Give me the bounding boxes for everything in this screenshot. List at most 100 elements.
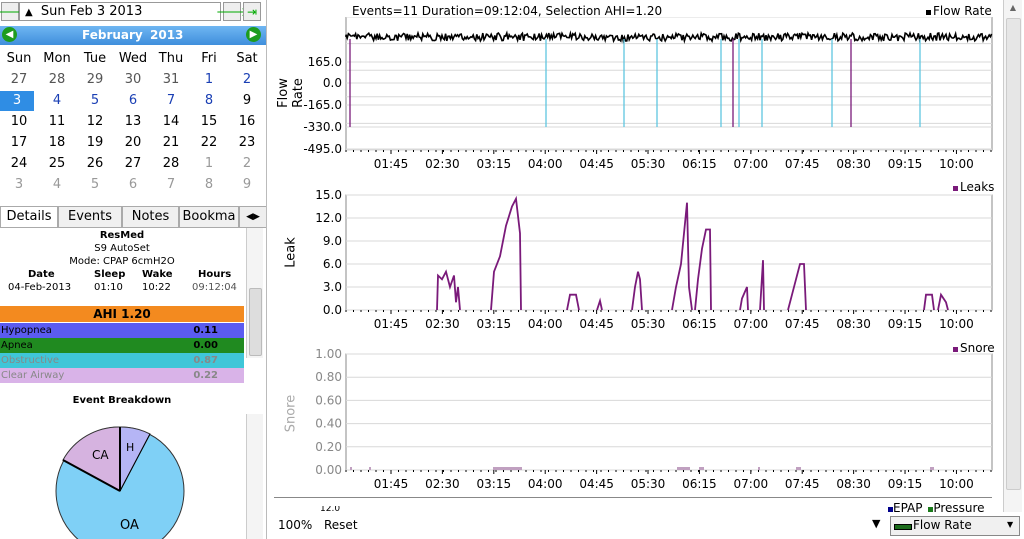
index-name: Clear Airway bbox=[1, 370, 64, 381]
calendar-day[interactable]: 27 bbox=[114, 154, 152, 174]
prev-day-button[interactable]: 🡐 bbox=[1, 2, 19, 21]
details-panel: ResMed S9 AutoSet Mode: CPAP 6cmH2O Date… bbox=[0, 227, 264, 539]
snore-mark bbox=[493, 467, 522, 470]
graph-selector[interactable]: Flow Rate ▼ bbox=[890, 516, 1020, 536]
calendar-day[interactable]: 1 bbox=[190, 154, 228, 174]
tab-notes[interactable]: Notes bbox=[122, 206, 179, 227]
tab-bookmarks[interactable]: Bookma bbox=[179, 206, 239, 227]
calendar-day[interactable]: 14 bbox=[152, 112, 190, 132]
x-tick-label: 07:45 bbox=[785, 477, 820, 491]
left-panel: 🡐 ▲ Sun Feb 3 2013 🡒 ⇥ ◀ February 2013 ▶… bbox=[0, 0, 267, 539]
calendar-day[interactable]: 13 bbox=[114, 112, 152, 132]
scroll-up-icon[interactable]: ▲ bbox=[1004, 0, 1022, 16]
index-name: Obstructive bbox=[1, 355, 59, 366]
weekday-label: Thu bbox=[152, 51, 190, 66]
date-dropdown[interactable]: ▲ Sun Feb 3 2013 bbox=[19, 2, 221, 21]
calendar-day[interactable]: 11 bbox=[38, 112, 76, 132]
calendar-day[interactable]: 28 bbox=[152, 154, 190, 174]
y-tick-label: 15.0 bbox=[315, 188, 342, 202]
device-mode: Mode: CPAP 6cmH2O bbox=[0, 256, 244, 267]
calendar-day[interactable]: 19 bbox=[76, 133, 114, 153]
calendar-day[interactable]: 6 bbox=[114, 91, 152, 111]
col-sleep: Sleep bbox=[94, 269, 125, 280]
calendar-day[interactable]: 4 bbox=[38, 175, 76, 195]
y-tick-label: 0.40 bbox=[315, 417, 342, 431]
x-tick-label: 08:30 bbox=[836, 157, 871, 171]
val-date: 04-Feb-2013 bbox=[8, 282, 71, 293]
y-tick-label: -330.0 bbox=[303, 120, 342, 134]
tab-details[interactable]: Details bbox=[0, 206, 58, 227]
calendar-day[interactable]: 23 bbox=[228, 133, 266, 153]
calendar-day[interactable]: 25 bbox=[38, 154, 76, 174]
prev-month-button[interactable]: ◀ bbox=[2, 27, 17, 42]
dropdown-triangle-icon[interactable]: ▼ bbox=[872, 517, 880, 530]
x-tick-label: 07:00 bbox=[734, 477, 769, 491]
calendar-day[interactable]: 31 bbox=[152, 70, 190, 90]
weekday-label: Sat bbox=[228, 51, 266, 66]
calendar-day[interactable]: 30 bbox=[114, 70, 152, 90]
snore-mark bbox=[677, 467, 690, 470]
calendar-day[interactable]: 21 bbox=[152, 133, 190, 153]
calendar-month[interactable]: February bbox=[82, 28, 143, 42]
calendar-day[interactable]: 2 bbox=[228, 154, 266, 174]
x-tick-label: 01:45 bbox=[374, 317, 409, 331]
graph-scroll-thumb[interactable] bbox=[1006, 18, 1021, 490]
details-scroll-thumb[interactable] bbox=[249, 288, 262, 356]
calendar-day[interactable]: 2 bbox=[228, 70, 266, 90]
calendar-day[interactable]: 5 bbox=[76, 91, 114, 111]
calendar-day[interactable]: 12 bbox=[76, 112, 114, 132]
calendar-day[interactable]: 16 bbox=[228, 112, 266, 132]
calendar-year[interactable]: 2013 bbox=[150, 28, 183, 42]
calendar-day[interactable]: 26 bbox=[76, 154, 114, 174]
calendar-day[interactable]: 28 bbox=[38, 70, 76, 90]
details-scrollbar[interactable] bbox=[246, 228, 263, 358]
col-hours: Hours bbox=[198, 269, 231, 280]
calendar-day[interactable]: 15 bbox=[190, 112, 228, 132]
calendar-day[interactable]: 1 bbox=[190, 70, 228, 90]
x-tick-label: 03:15 bbox=[477, 157, 512, 171]
calendar-day[interactable]: 8 bbox=[190, 91, 228, 111]
breakdown-title: Event Breakdown bbox=[0, 395, 244, 406]
event-breakdown-pie: CA H OA bbox=[40, 411, 200, 539]
graph-swatch-icon bbox=[894, 524, 912, 530]
x-tick-label: 03:15 bbox=[477, 477, 512, 491]
calendar-day[interactable]: 27 bbox=[0, 70, 38, 90]
calendar-day[interactable]: 5 bbox=[76, 175, 114, 195]
x-tick-label: 09:15 bbox=[888, 477, 923, 491]
graph-scrollbar[interactable]: ▲ bbox=[1003, 0, 1022, 512]
calendar-day[interactable]: 7 bbox=[152, 175, 190, 195]
calendar-day[interactable]: 22 bbox=[190, 133, 228, 153]
flow-rate-chart[interactable]: 01:45 02:30 03:15 04:00 04:45 05:30 06:15 07:00… bbox=[274, 17, 994, 175]
calendar-day[interactable]: 9 bbox=[228, 91, 266, 111]
next-day-button[interactable]: 🡒 bbox=[223, 2, 241, 21]
val-sleep: 01:10 bbox=[94, 282, 123, 293]
calendar-day[interactable]: 7 bbox=[152, 91, 190, 111]
x-tick-label: 10:00 bbox=[939, 157, 974, 171]
tab-events[interactable]: Events bbox=[58, 206, 122, 227]
calendar-day[interactable]: 4 bbox=[38, 91, 76, 111]
calendar-day[interactable]: 6 bbox=[114, 175, 152, 195]
pie-scrollbar[interactable] bbox=[246, 414, 263, 539]
calendar-day[interactable]: 17 bbox=[0, 133, 38, 153]
calendar-day[interactable]: 3 bbox=[0, 91, 34, 111]
snore-chart[interactable]: 1.00 0.80 0.60 0.40 0.20 0.00 01:45 02:30 03:15 0… bbox=[274, 340, 994, 495]
x-tick-label: 09:15 bbox=[888, 317, 923, 331]
reset-button[interactable]: Reset bbox=[324, 518, 358, 532]
snore-mark bbox=[930, 467, 934, 470]
index-value: 0.22 bbox=[193, 368, 218, 383]
tab-scroll-arrows[interactable]: ◀▶ bbox=[239, 206, 267, 228]
calendar-day[interactable]: 20 bbox=[114, 133, 152, 153]
calendar-day[interactable]: 8 bbox=[190, 175, 228, 195]
calendar-day[interactable]: 24 bbox=[0, 154, 38, 174]
next-month-button[interactable]: ▶ bbox=[246, 27, 261, 42]
calendar-day[interactable]: 18 bbox=[38, 133, 76, 153]
device-model: S9 AutoSet bbox=[0, 243, 244, 254]
y-tick-label: 0.0 bbox=[323, 76, 342, 90]
calendar-day[interactable]: 29 bbox=[76, 70, 114, 90]
calendar-day[interactable]: 10 bbox=[0, 112, 38, 132]
last-day-button[interactable]: ⇥ bbox=[243, 2, 261, 21]
calendar-day[interactable]: 9 bbox=[228, 175, 266, 195]
calendar-day[interactable]: 3 bbox=[0, 175, 38, 195]
col-date: Date bbox=[28, 269, 55, 280]
leak-chart[interactable]: 15.0 12.0 9.0 6.0 3.0 0.0 01:45 02:30 03:15 04:00… bbox=[274, 178, 994, 333]
